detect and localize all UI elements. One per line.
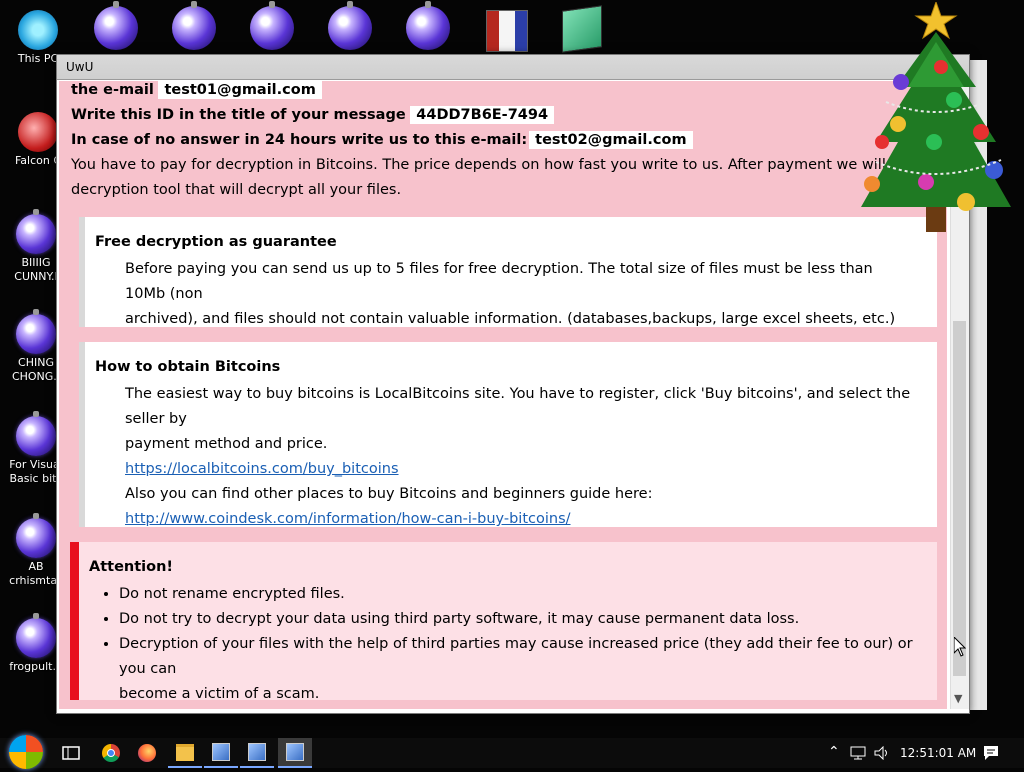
clock[interactable]: 12:51:01 AM	[900, 746, 976, 760]
desktop-icon-label: This PC	[17, 52, 59, 65]
desktop-icon-label: CHING CHONG.I	[11, 356, 61, 383]
attention-title: Attention!	[89, 559, 174, 575]
task-view-button[interactable]	[54, 738, 88, 768]
attention-list: Do not rename encrypted files. Do not tr…	[89, 582, 917, 707]
no-answer-line: In case of no answer in 24 hours write u…	[71, 128, 947, 153]
window-title: UwU	[66, 60, 94, 74]
attention-item: Do not try to decrypt your data using th…	[119, 607, 917, 632]
chrome-icon	[102, 744, 120, 762]
email-primary[interactable]: test01@gmail.com	[158, 81, 322, 99]
ornament-icon	[16, 411, 56, 456]
scrollbar-thumb[interactable]	[953, 321, 966, 676]
task-view-icon	[62, 746, 80, 760]
windows-logo-icon	[9, 735, 43, 769]
localbitcoins-link[interactable]: https://localbitcoins.com/buy_bitcoins	[125, 461, 399, 477]
email-secondary[interactable]: test02@gmail.com	[529, 131, 693, 149]
desktop-icon-label: AB crhismtas	[9, 560, 63, 587]
ransom-window: UwU the e-mail test01@gmail.com Write th…	[56, 54, 970, 714]
app-button-2[interactable]	[240, 738, 274, 768]
bitcoin-text-2: payment method and price.	[125, 436, 328, 452]
app-button-1[interactable]	[204, 738, 238, 768]
archive-icon[interactable]	[486, 10, 528, 52]
file-explorer-button[interactable]	[168, 738, 202, 768]
ornament-icon[interactable]	[172, 1, 216, 50]
free-decryption-box: Free decryption as guarantee Before payi…	[79, 217, 937, 327]
title-bar[interactable]: UwU	[57, 55, 969, 80]
network-icon[interactable]	[850, 746, 866, 760]
free-decryption-text-2: archived), and files should not contain …	[125, 311, 896, 327]
folder-icon	[176, 743, 194, 761]
desktop-icon-label: Falcon C	[14, 154, 62, 167]
coindesk-link[interactable]: http://www.coindesk.com/information/how-…	[125, 511, 571, 527]
notification-icon[interactable]	[983, 745, 999, 761]
chevron-up-icon[interactable]: ⌃	[828, 744, 840, 760]
id-line: Write this ID in the title of your messa…	[71, 103, 947, 128]
ornament-icon[interactable]	[94, 1, 138, 50]
recycle-icon	[18, 112, 58, 152]
chrome-button[interactable]	[94, 738, 128, 768]
contact-header: the e-mail test01@gmail.com Write this I…	[59, 81, 947, 203]
ornament-icon	[16, 309, 56, 354]
cursor-icon	[954, 637, 966, 657]
monitor-icon	[18, 10, 58, 50]
ornament-icon[interactable]	[250, 1, 294, 50]
desktop-icon-label: BIIIIG CUNNY.I	[14, 256, 58, 283]
email-prefix: the e-mail	[71, 82, 154, 98]
notepad-icon[interactable]	[562, 5, 602, 53]
bitcoin-text-1: The easiest way to buy bitcoins is Local…	[125, 386, 911, 427]
volume-icon[interactable]	[874, 746, 890, 760]
start-button[interactable]	[6, 732, 46, 772]
app-button-3[interactable]	[278, 738, 312, 768]
bitcoin-text-3: Also you can find other places to buy Bi…	[125, 486, 653, 502]
email-line: the e-mail test01@gmail.com	[71, 81, 947, 103]
desktop-icon-label: For Visual Basic bitc	[9, 458, 63, 485]
ornament-icon	[16, 513, 56, 558]
attention-box: Attention! Do not rename encrypted files…	[70, 542, 937, 702]
id-prefix: Write this ID in the title of your messa…	[71, 107, 406, 123]
ornament-icon	[16, 613, 56, 658]
payment-text: You have to pay for decryption in Bitcoi…	[71, 157, 941, 173]
ransom-content: the e-mail test01@gmail.com Write this I…	[59, 81, 947, 709]
bitcoin-title: How to obtain Bitcoins	[95, 359, 281, 375]
ornament-icon	[16, 209, 56, 254]
victim-id[interactable]: 44DD7B6E-7494	[410, 106, 555, 124]
program-icon	[286, 743, 304, 761]
scroll-down-icon[interactable]: ▼	[954, 692, 962, 705]
free-decryption-title: Free decryption as guarantee	[95, 234, 337, 250]
attention-item: Decryption of your files with the help o…	[119, 632, 917, 707]
ornament-icon[interactable]	[406, 1, 450, 50]
attention-item: Do not rename encrypted files.	[119, 582, 917, 607]
bitcoin-box: How to obtain Bitcoins The easiest way t…	[79, 342, 937, 527]
payment-text-2: decryption tool that will decrypt all yo…	[71, 182, 402, 198]
firefox-icon	[138, 744, 156, 762]
no-answer-prefix: In case of no answer in 24 hours write u…	[71, 132, 528, 148]
ornament-icon[interactable]	[328, 1, 372, 50]
taskbar: ⌃ 12:51:01 AM	[0, 735, 1024, 769]
firefox-button[interactable]	[130, 738, 164, 768]
christmas-tree-icon	[861, 2, 1011, 232]
program-icon	[248, 743, 266, 761]
free-decryption-text-1: Before paying you can send us up to 5 fi…	[125, 261, 873, 302]
program-icon	[212, 743, 230, 761]
desktop-icon-label: frogpult.e	[9, 660, 63, 673]
